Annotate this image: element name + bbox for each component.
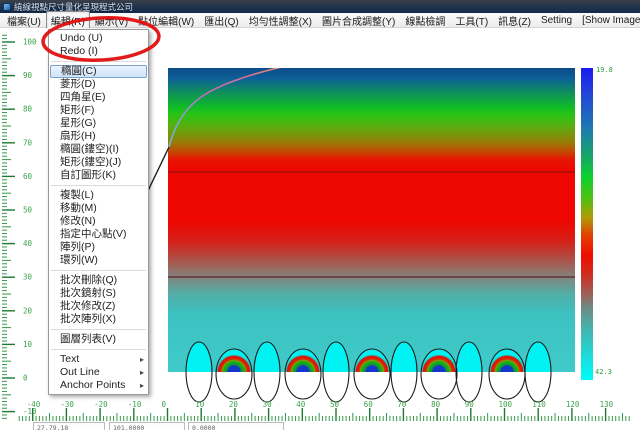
svg-text:10: 10 bbox=[23, 340, 33, 349]
menu-item-16[interactable]: 指定中心點(V) bbox=[49, 228, 148, 241]
submenu-arrow-icon: ▸ bbox=[140, 353, 144, 366]
vertical-ruler: 1009080706050403020100-10 bbox=[2, 35, 37, 418]
menu-separator bbox=[51, 185, 146, 186]
menubar-item-5[interactable]: 均勻性調整(X) bbox=[244, 11, 317, 30]
menu-item-27[interactable]: Text▸ bbox=[49, 353, 148, 366]
svg-text:10: 10 bbox=[195, 400, 205, 409]
svg-text:-40: -40 bbox=[27, 400, 41, 409]
menu-separator bbox=[51, 61, 146, 62]
menu-item-15[interactable]: 修改(N) bbox=[49, 215, 148, 228]
svg-text:0: 0 bbox=[162, 400, 167, 409]
app-window: 繞線視點尺寸量化呈現程式公司 檔案(U)編輯(R)顯示(V)點位編輯(W)匯出(… bbox=[0, 0, 640, 430]
svg-text:100: 100 bbox=[499, 400, 513, 409]
menu-item-29[interactable]: Anchor Points▸ bbox=[49, 379, 148, 392]
menu-separator bbox=[51, 270, 146, 271]
menu-item-28[interactable]: Out Line▸ bbox=[49, 366, 148, 379]
svg-text:20: 20 bbox=[23, 306, 33, 315]
svg-text:40: 40 bbox=[296, 400, 306, 409]
svg-text:-10: -10 bbox=[128, 400, 142, 409]
svg-text:0: 0 bbox=[23, 374, 28, 383]
edit-menu: Undo (U)Redo (I) 橢圓(C)菱形(D)四角星(E)矩形(F)星形(… bbox=[48, 29, 149, 395]
status-cell-1: 101.0000 bbox=[109, 422, 185, 430]
menubar-item-9[interactable]: 訊息(Z) bbox=[493, 11, 536, 30]
menu-item-17[interactable]: 陣列(P) bbox=[49, 241, 148, 254]
colorbar bbox=[581, 68, 593, 380]
menu-item-14[interactable]: 移動(M) bbox=[49, 202, 148, 215]
colorbar-min-label: 42.3 bbox=[595, 368, 612, 376]
menu-item-21[interactable]: 批次鏡射(S) bbox=[49, 287, 148, 300]
menu-item-18[interactable]: 環列(W) bbox=[49, 254, 148, 267]
svg-text:80: 80 bbox=[23, 105, 33, 114]
colorbar-max-label: 19.8 bbox=[596, 66, 613, 74]
menu-item-5[interactable]: 四角星(E) bbox=[49, 91, 148, 104]
lower-red-guide-line bbox=[168, 276, 575, 278]
menubar-item-3[interactable]: 點位編輯(W) bbox=[133, 11, 199, 30]
svg-text:70: 70 bbox=[23, 138, 33, 147]
menu-item-9[interactable]: 橢圓(鏤空)(I) bbox=[49, 143, 148, 156]
menubar: 檔案(U)編輯(R)顯示(V)點位編輯(W)匯出(Q)均勻性調整(X)圖片合成調… bbox=[0, 13, 640, 28]
menu-item-25[interactable]: 圖層列表(V) bbox=[49, 333, 148, 346]
svg-text:-20: -20 bbox=[94, 400, 108, 409]
menu-item-1[interactable]: Redo (I) bbox=[49, 45, 148, 58]
workspace: 19.8 42.3 bbox=[0, 28, 640, 430]
svg-text:60: 60 bbox=[23, 172, 33, 181]
menubar-item-1[interactable]: 編輯(R) bbox=[46, 11, 90, 30]
menubar-item-7[interactable]: 線點檢調 bbox=[400, 11, 450, 30]
svg-text:110: 110 bbox=[532, 400, 546, 409]
menu-item-6[interactable]: 矩形(F) bbox=[49, 104, 148, 117]
svg-text:50: 50 bbox=[23, 206, 33, 215]
menu-item-22[interactable]: 批次修改(Z) bbox=[49, 300, 148, 313]
menubar-item-2[interactable]: 顯示(V) bbox=[90, 11, 133, 30]
menu-item-23[interactable]: 批次陣列(X) bbox=[49, 313, 148, 326]
status-cell-0: 27.79.18 bbox=[33, 422, 105, 430]
menubar-item-10[interactable]: Setting bbox=[536, 13, 577, 28]
menu-item-8[interactable]: 扇形(H) bbox=[49, 130, 148, 143]
menubar-item-11[interactable]: [Show Image] bbox=[577, 13, 640, 28]
menu-item-0[interactable]: Undo (U) bbox=[49, 32, 148, 45]
menu-item-11[interactable]: 自訂圖形(K) bbox=[49, 169, 148, 182]
menu-item-3[interactable]: 橢圓(C) bbox=[50, 65, 147, 78]
menu-item-4[interactable]: 菱形(D) bbox=[49, 78, 148, 91]
menu-item-10[interactable]: 矩形(鏤空)(J) bbox=[49, 156, 148, 169]
app-icon bbox=[3, 3, 11, 11]
svg-text:40: 40 bbox=[23, 239, 33, 248]
svg-text:-30: -30 bbox=[60, 400, 74, 409]
status-cell-2: 0.0000 bbox=[188, 422, 284, 430]
menu-item-20[interactable]: 批次刪除(Q) bbox=[49, 274, 148, 287]
menu-separator bbox=[51, 329, 146, 330]
menu-separator bbox=[51, 349, 146, 350]
svg-text:90: 90 bbox=[23, 71, 33, 80]
submenu-arrow-icon: ▸ bbox=[140, 366, 144, 379]
menu-item-7[interactable]: 星形(G) bbox=[49, 117, 148, 130]
horizontal-ruler: -40 -30 -20 -10 0 10 20 30 40 50 60 70 80 90 100 110 120… bbox=[19, 400, 629, 421]
menubar-item-6[interactable]: 圖片合成調整(Y) bbox=[317, 11, 400, 30]
svg-text:50: 50 bbox=[330, 400, 340, 409]
svg-text:70: 70 bbox=[397, 400, 407, 409]
menubar-item-0[interactable]: 檔案(U) bbox=[2, 11, 46, 30]
menubar-item-4[interactable]: 匯出(Q) bbox=[199, 11, 243, 30]
svg-text:130: 130 bbox=[600, 400, 614, 409]
upper-red-guide-line bbox=[168, 171, 575, 173]
heatmap-image[interactable] bbox=[168, 68, 575, 372]
svg-text:60: 60 bbox=[364, 400, 374, 409]
svg-text:120: 120 bbox=[566, 400, 580, 409]
menubar-item-8[interactable]: 工具(T) bbox=[450, 11, 493, 30]
svg-text:20: 20 bbox=[229, 400, 239, 409]
menu-item-13[interactable]: 複製(L) bbox=[49, 189, 148, 202]
svg-text:100: 100 bbox=[23, 38, 37, 47]
submenu-arrow-icon: ▸ bbox=[140, 379, 144, 392]
svg-text:80: 80 bbox=[431, 400, 441, 409]
svg-text:90: 90 bbox=[465, 400, 475, 409]
svg-text:30: 30 bbox=[23, 273, 33, 282]
svg-text:30: 30 bbox=[263, 400, 273, 409]
svg-text:-10: -10 bbox=[23, 407, 37, 416]
